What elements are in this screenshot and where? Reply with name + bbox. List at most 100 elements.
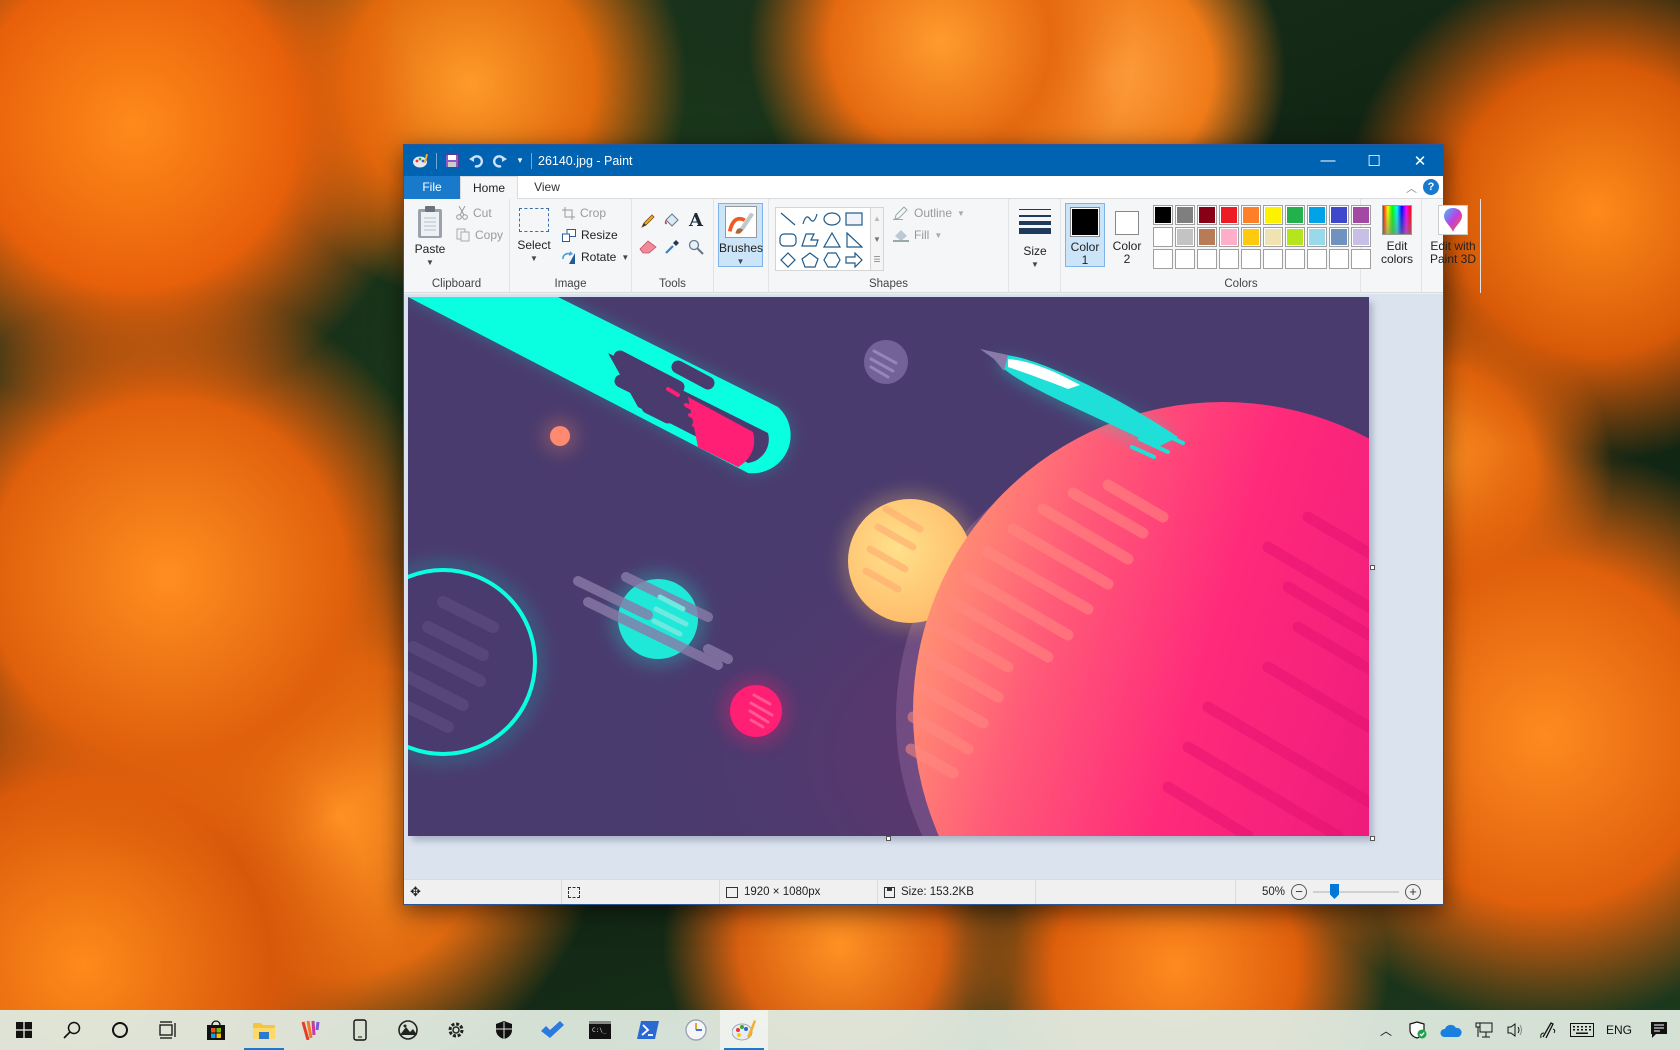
shape-polygon[interactable] — [800, 230, 820, 250]
zoom-in-button[interactable]: + — [1405, 884, 1421, 900]
palette-color[interactable] — [1219, 205, 1239, 225]
color1-button[interactable]: Color 1 — [1065, 203, 1105, 267]
fill-tool[interactable] — [662, 211, 682, 231]
shape-right-triangle[interactable] — [844, 230, 864, 250]
palette-custom-slot[interactable] — [1241, 249, 1261, 269]
palette-custom-slot[interactable] — [1153, 249, 1173, 269]
undo-icon[interactable] — [467, 152, 485, 170]
palette-custom-slot[interactable] — [1351, 249, 1371, 269]
color-picker-tool[interactable] — [662, 237, 682, 257]
palette-color[interactable] — [1197, 227, 1217, 247]
color2-button[interactable]: Color 2 — [1107, 203, 1147, 267]
scroll-up-icon[interactable]: ▲ — [871, 208, 883, 229]
brushes-dropdown-icon[interactable]: ▼ — [719, 255, 762, 268]
palette-custom-slot[interactable] — [1307, 249, 1327, 269]
palette-custom-slot[interactable] — [1329, 249, 1349, 269]
rotate-button[interactable]: Rotate ▼ — [562, 250, 629, 264]
palette-color[interactable] — [1307, 227, 1327, 247]
taskbar-photos[interactable] — [384, 1010, 432, 1050]
resize-handle-bottom[interactable] — [886, 836, 891, 841]
palette-color[interactable] — [1351, 205, 1371, 225]
shape-triangle[interactable] — [822, 230, 842, 250]
tray-language[interactable]: ENG — [1600, 1010, 1638, 1050]
palette-custom-slot[interactable] — [1219, 249, 1239, 269]
taskbar-clock-app[interactable] — [672, 1010, 720, 1050]
palette-color[interactable] — [1175, 227, 1195, 247]
shapes-scroll[interactable]: ▲ ▼ ☰ — [871, 207, 884, 271]
tray-action-center[interactable] — [1638, 1010, 1680, 1050]
crop-button[interactable]: Crop — [562, 206, 606, 220]
paste-dropdown-icon[interactable]: ▼ — [410, 256, 450, 269]
palette-color[interactable] — [1329, 205, 1349, 225]
select-dropdown-icon[interactable]: ▼ — [514, 252, 554, 265]
tray-pen-workspace[interactable] — [1532, 1010, 1564, 1050]
palette-custom-slot[interactable] — [1197, 249, 1217, 269]
palette-custom-slot[interactable] — [1175, 249, 1195, 269]
title-bar[interactable]: ▾ 26140.jpg - Paint — ☐ ✕ — [404, 145, 1443, 176]
resize-handle-right[interactable] — [1370, 565, 1375, 570]
resize-button[interactable]: Resize — [562, 228, 618, 242]
brushes-button[interactable]: Brushes ▼ — [718, 203, 763, 267]
palette-color[interactable] — [1241, 205, 1261, 225]
collapse-ribbon-icon[interactable]: ︿ — [1406, 180, 1417, 196]
expand-gallery-icon[interactable]: ☰ — [871, 250, 883, 270]
edit-with-paint3d-button[interactable]: Edit with Paint 3D — [1424, 203, 1482, 266]
shape-right-arrow[interactable] — [844, 250, 864, 270]
taskbar-powershell[interactable] — [624, 1010, 672, 1050]
scroll-down-icon[interactable]: ▼ — [871, 229, 883, 250]
tray-defender[interactable] — [1402, 1010, 1434, 1050]
palette-color[interactable] — [1285, 205, 1305, 225]
text-tool[interactable]: A — [686, 210, 706, 231]
paint-app-icon[interactable] — [412, 152, 430, 170]
taskbar-todo[interactable] — [528, 1010, 576, 1050]
customize-qat-icon[interactable]: ▾ — [515, 152, 525, 170]
zoom-out-button[interactable]: − — [1291, 884, 1307, 900]
outline-dropdown-icon[interactable]: ▼ — [957, 209, 965, 218]
tray-onedrive[interactable] — [1434, 1010, 1468, 1050]
palette-color[interactable] — [1285, 227, 1305, 247]
shape-line[interactable] — [778, 209, 798, 229]
size-dropdown-icon[interactable]: ▼ — [1013, 258, 1057, 271]
fill-dropdown-icon[interactable]: ▼ — [934, 231, 942, 240]
tab-view[interactable]: View — [518, 176, 576, 199]
search-button[interactable] — [48, 1010, 96, 1050]
palette-color[interactable] — [1263, 227, 1283, 247]
save-icon[interactable] — [443, 152, 461, 170]
shape-curve[interactable] — [800, 209, 820, 229]
palette-color[interactable] — [1153, 205, 1173, 225]
rotate-dropdown-icon[interactable]: ▼ — [621, 253, 629, 262]
canvas-image[interactable] — [404, 294, 1443, 880]
copy-button[interactable]: Copy — [456, 228, 503, 242]
palette-color[interactable] — [1307, 205, 1327, 225]
palette-color[interactable] — [1175, 205, 1195, 225]
palette-color[interactable] — [1241, 227, 1261, 247]
taskbar-file-explorer[interactable] — [240, 1010, 288, 1050]
palette-custom-slot[interactable] — [1263, 249, 1283, 269]
palette-color[interactable] — [1329, 227, 1349, 247]
taskbar-phone[interactable] — [336, 1010, 384, 1050]
tray-network[interactable] — [1468, 1010, 1500, 1050]
canvas-area[interactable] — [404, 294, 1443, 880]
close-button[interactable]: ✕ — [1397, 145, 1443, 176]
palette-color[interactable] — [1197, 205, 1217, 225]
outline-button[interactable]: Outline ▼ — [893, 206, 965, 220]
redo-icon[interactable] — [491, 152, 509, 170]
taskbar-terminal[interactable]: C:\_ — [576, 1010, 624, 1050]
shape-rounded-rectangle[interactable] — [778, 230, 798, 250]
taskbar-store[interactable] — [192, 1010, 240, 1050]
tray-touch-keyboard[interactable] — [1564, 1010, 1600, 1050]
pencil-tool[interactable] — [638, 211, 658, 231]
task-view-button[interactable] — [144, 1010, 192, 1050]
taskbar-app-stripes[interactable] — [288, 1010, 336, 1050]
size-button[interactable]: Size ▼ — [1013, 205, 1057, 271]
resize-handle-corner[interactable] — [1370, 836, 1375, 841]
start-button[interactable] — [0, 1010, 48, 1050]
magnifier-tool[interactable] — [686, 237, 706, 257]
shape-diamond[interactable] — [778, 250, 798, 270]
palette-custom-slot[interactable] — [1285, 249, 1305, 269]
show-hidden-icons[interactable]: ︿ — [1370, 1010, 1402, 1050]
palette-color[interactable] — [1351, 227, 1371, 247]
taskbar-security[interactable] — [480, 1010, 528, 1050]
tray-volume[interactable] — [1500, 1010, 1532, 1050]
paste-button[interactable]: Paste ▼ — [410, 203, 450, 269]
